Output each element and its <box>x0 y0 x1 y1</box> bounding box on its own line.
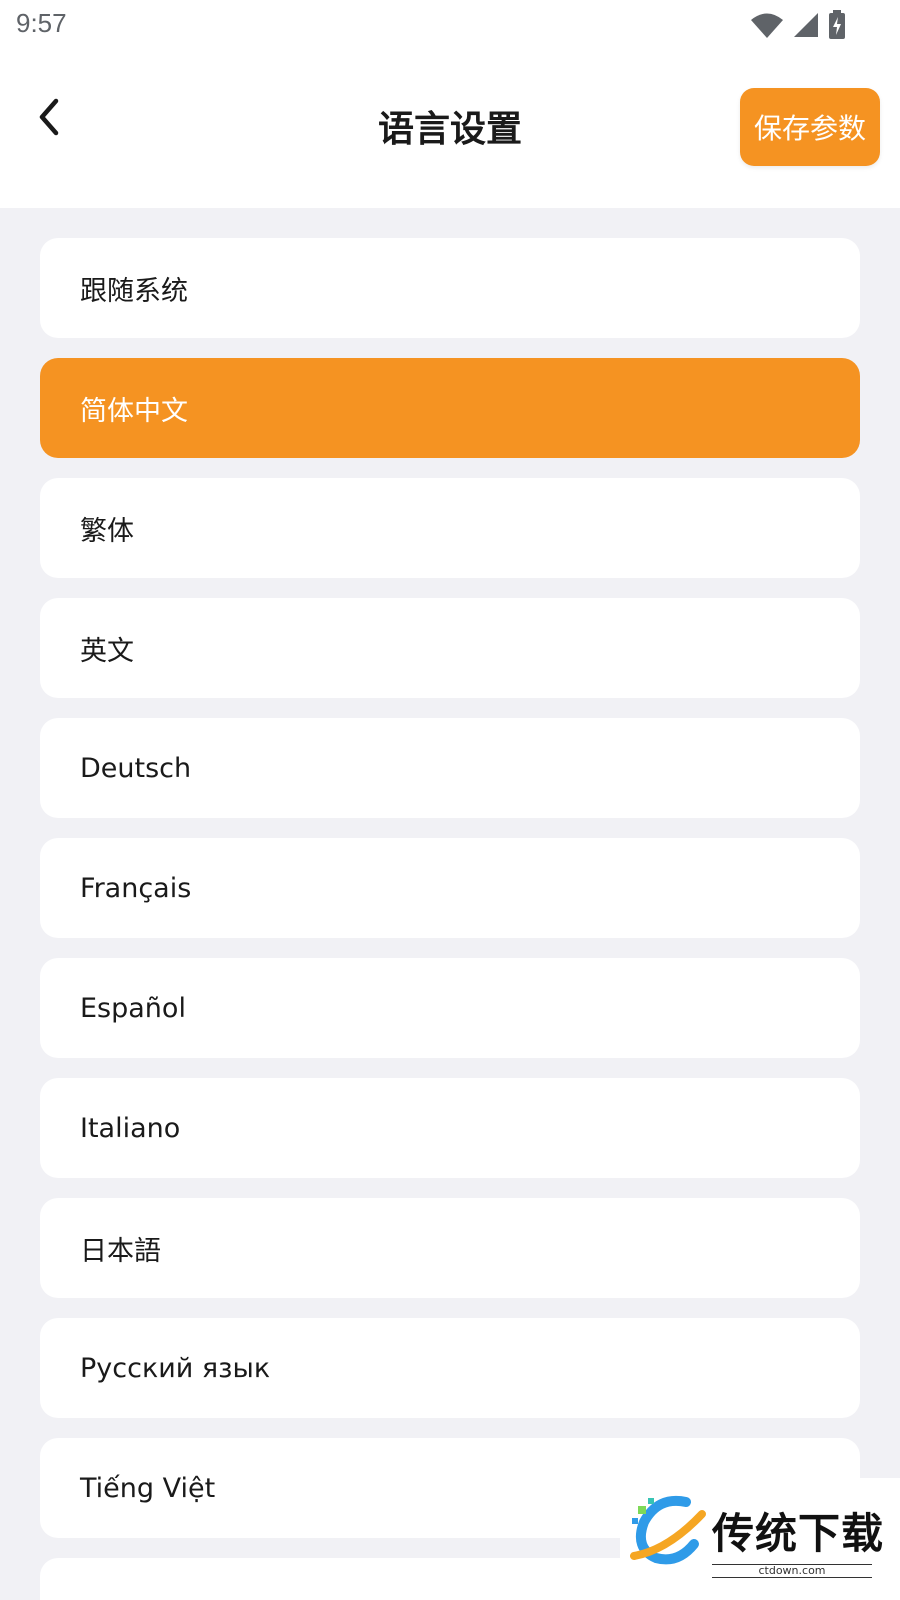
screen: 9:57 语言设置 保存参数 跟随系统 简体中文 繁体 英文 Deutsch F… <box>0 0 900 1600</box>
status-icons <box>750 10 846 44</box>
language-item-simplified-chinese[interactable]: 简体中文 <box>40 358 860 458</box>
language-list: 跟随系统 简体中文 繁体 英文 Deutsch Français Español… <box>40 238 860 1600</box>
watermark-logo-icon <box>628 1492 708 1576</box>
status-bar: 9:57 <box>0 0 900 50</box>
battery-charging-icon <box>828 10 846 44</box>
language-item-spanish[interactable]: Español <box>40 958 860 1058</box>
watermark: 传统下载 ctdown.com <box>620 1478 900 1600</box>
status-time: 9:57 <box>16 8 67 38</box>
language-item-italian[interactable]: Italiano <box>40 1078 860 1178</box>
language-item-english[interactable]: 英文 <box>40 598 860 698</box>
language-item-traditional-chinese[interactable]: 繁体 <box>40 478 860 578</box>
language-item-japanese[interactable]: 日本語 <box>40 1198 860 1298</box>
watermark-title: 传统下载 <box>712 1509 885 1558</box>
language-item-russian[interactable]: Русский язык <box>40 1318 860 1418</box>
language-item-follow-system[interactable]: 跟随系统 <box>40 238 860 338</box>
watermark-subtitle: ctdown.com <box>712 1564 872 1578</box>
wifi-icon <box>750 11 784 43</box>
save-button[interactable]: 保存参数 <box>740 88 880 166</box>
language-item-german[interactable]: Deutsch <box>40 718 860 818</box>
signal-icon <box>792 11 820 43</box>
app-header: 语言设置 保存参数 <box>0 50 900 208</box>
language-item-french[interactable]: Français <box>40 838 860 938</box>
